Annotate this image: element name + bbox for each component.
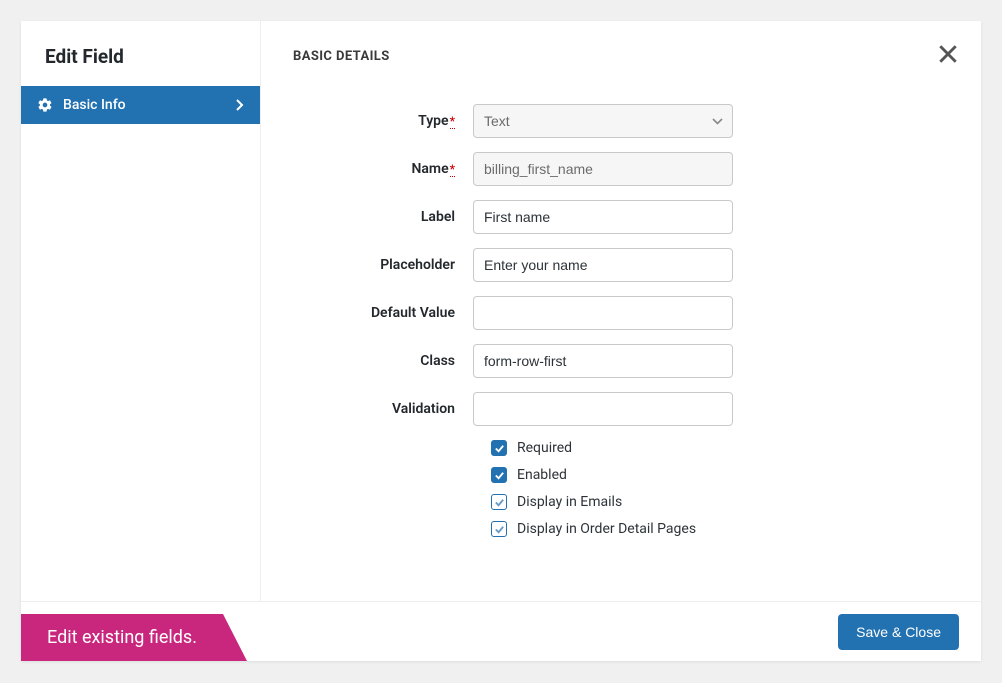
placeholder-input[interactable]: [473, 248, 733, 282]
label-input[interactable]: [473, 200, 733, 234]
name-input[interactable]: [473, 152, 733, 186]
checkbox-row-display-orders: Display in Order Detail Pages: [491, 521, 949, 537]
sidebar: Edit Field Basic Info: [21, 21, 261, 601]
edit-field-modal: Edit Field Basic Info BASIC DETAILS Type…: [21, 21, 981, 661]
checkbox-required[interactable]: [491, 440, 507, 456]
row-placeholder: Placeholder: [293, 248, 949, 282]
row-name: Name*: [293, 152, 949, 186]
gear-icon: [37, 97, 53, 113]
checkbox-enabled-label: Enabled: [517, 467, 567, 483]
sidebar-item-basic-info[interactable]: Basic Info: [21, 86, 260, 124]
label-name: Name*: [293, 161, 473, 177]
caption-banner: Edit existing fields.: [21, 614, 223, 661]
row-label: Label: [293, 200, 949, 234]
sidebar-title: Edit Field: [21, 21, 260, 86]
checkbox-row-required: Required: [491, 440, 949, 456]
row-class: Class: [293, 344, 949, 378]
class-input[interactable]: [473, 344, 733, 378]
checkbox-display-orders[interactable]: [491, 521, 507, 537]
label-type: Type*: [293, 113, 473, 129]
close-button[interactable]: [937, 43, 959, 65]
sidebar-item-label: Basic Info: [63, 97, 126, 113]
modal-body: Edit Field Basic Info BASIC DETAILS Type…: [21, 21, 981, 601]
save-close-button[interactable]: Save & Close: [838, 614, 959, 650]
row-type: Type*: [293, 104, 949, 138]
chevron-right-icon: [236, 99, 244, 111]
checkbox-required-label: Required: [517, 440, 572, 456]
close-icon: [937, 43, 959, 65]
row-default-value: Default Value: [293, 296, 949, 330]
checkbox-row-display-emails: Display in Emails: [491, 494, 949, 510]
checkbox-display-emails-label: Display in Emails: [517, 494, 622, 510]
select-type[interactable]: [473, 104, 733, 138]
type-input[interactable]: [473, 104, 733, 138]
caption-text: Edit existing fields.: [47, 627, 197, 648]
checkbox-display-orders-label: Display in Order Detail Pages: [517, 521, 696, 537]
checkbox-display-emails[interactable]: [491, 494, 507, 510]
label-placeholder: Placeholder: [293, 257, 473, 273]
label-validation: Validation: [293, 401, 473, 417]
label-default-value: Default Value: [293, 305, 473, 321]
content-panel: BASIC DETAILS Type* Name* Label P: [261, 21, 981, 601]
default-value-input[interactable]: [473, 296, 733, 330]
label-label: Label: [293, 209, 473, 225]
validation-input[interactable]: [473, 392, 733, 426]
row-validation: Validation: [293, 392, 949, 426]
section-title: BASIC DETAILS: [293, 49, 949, 64]
label-class: Class: [293, 353, 473, 369]
checkbox-row-enabled: Enabled: [491, 467, 949, 483]
checkbox-enabled[interactable]: [491, 467, 507, 483]
